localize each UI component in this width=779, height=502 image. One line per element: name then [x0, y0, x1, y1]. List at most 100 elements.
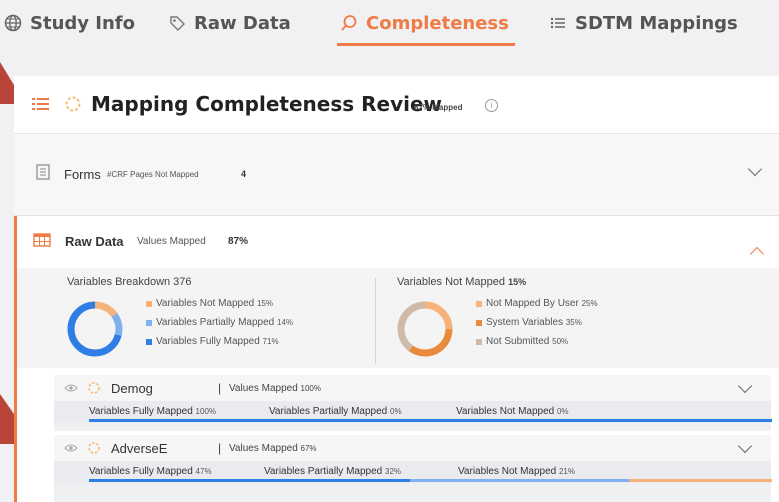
stat-value: 47% — [195, 467, 212, 476]
list-icon[interactable] — [32, 96, 50, 112]
legend-swatch — [146, 338, 152, 345]
legend-item: Variables Fully Mapped 71% — [146, 336, 279, 347]
tab-label: SDTM Mappings — [575, 12, 738, 34]
dataset-name: Demog — [111, 381, 153, 396]
legend-label: Variables Not Mapped — [156, 298, 255, 309]
stat-partially-mapped: Variables Partially Mapped 0% — [269, 406, 402, 417]
legend-value: 35% — [565, 318, 582, 327]
completeness-panel: Mapping Completeness Review 87% Mapped i… — [14, 76, 779, 502]
forms-label: Forms — [64, 167, 101, 182]
chevron-down-icon[interactable] — [737, 438, 753, 454]
dataset-card-header[interactable]: Demog | Values Mapped 100% — [54, 375, 771, 401]
legend-label: Variables Partially Mapped — [156, 317, 275, 328]
stat-value: 100% — [195, 407, 217, 416]
values-mapped-value: 67% — [300, 444, 317, 453]
stat-partially-mapped: Variables Partially Mapped 32% — [264, 466, 401, 477]
raw-data-value: 87% — [228, 236, 249, 247]
breakdown-title: Variables Breakdown 376 — [67, 276, 192, 288]
legend-swatch — [146, 319, 152, 326]
forms-sublabel: #CRF Pages Not Mapped — [107, 170, 199, 179]
breakdown-donut-chart — [67, 301, 123, 357]
legend-swatch — [476, 338, 482, 345]
legend-label: System Variables — [486, 317, 564, 328]
active-tab-indicator — [337, 43, 515, 46]
raw-data-section: Raw Data Values Mapped 87% Variables Bre… — [14, 216, 779, 502]
tab-label: Raw Data — [194, 12, 291, 34]
tag-icon — [170, 16, 185, 31]
not-mapped-title: Variables Not Mapped 15% — [397, 276, 526, 288]
decoration-arrow — [0, 394, 14, 444]
values-mapped: Values Mapped 100% — [229, 383, 321, 394]
legend-swatch — [476, 300, 482, 307]
stat-label: Variables Partially Mapped — [264, 466, 383, 477]
legend-value: 71% — [262, 337, 279, 346]
values-mapped-label: Values Mapped — [229, 443, 298, 454]
bar-fully-mapped — [89, 479, 410, 482]
legend-item: Not Submitted 50% — [476, 336, 568, 347]
info-icon[interactable]: i — [485, 99, 498, 112]
panel-header: Mapping Completeness Review 87% Mapped i — [14, 76, 779, 134]
chevron-up-icon[interactable] — [749, 246, 765, 262]
loading-icon — [65, 96, 81, 112]
list-icon — [550, 17, 565, 29]
legend-item: Not Mapped By User 25% — [476, 298, 598, 309]
stat-label: Variables Fully Mapped — [89, 466, 193, 477]
tab-completeness[interactable]: Completeness — [340, 8, 509, 38]
tab-sdtm-mappings[interactable]: SDTM Mappings — [549, 8, 738, 38]
separator: | — [218, 381, 222, 395]
legend-label: Not Mapped By User — [486, 298, 579, 309]
stat-fully-mapped: Variables Fully Mapped 100% — [89, 406, 216, 417]
legend-item: System Variables 35% — [476, 317, 582, 328]
values-mapped: Values Mapped 67% — [229, 443, 317, 454]
not-mapped-title-text: Variables Not Mapped — [397, 276, 506, 288]
tab-bar: Study Info Raw Data Completeness SDTM Ma… — [0, 0, 779, 48]
bar-fully-mapped — [89, 419, 772, 422]
legend-label: Variables Fully Mapped — [156, 336, 260, 347]
dataset-card-demog: Demog | Values Mapped 100% Variables Ful… — [54, 375, 772, 431]
legend-swatch — [476, 319, 482, 326]
eye-icon[interactable] — [64, 443, 78, 453]
stat-value: 0% — [390, 407, 402, 416]
raw-data-label: Raw Data — [65, 234, 124, 249]
legend-label: Not Submitted — [486, 336, 550, 347]
values-mapped-value: 100% — [300, 384, 321, 393]
separator: | — [218, 441, 222, 455]
loading-icon — [88, 442, 100, 454]
tab-raw-data[interactable]: Raw Data — [168, 8, 291, 38]
stat-not-mapped: Variables Not Mapped 0% — [456, 406, 569, 417]
tab-label: Completeness — [366, 12, 509, 34]
chevron-down-icon[interactable] — [747, 161, 763, 177]
legend-item: Variables Partially Mapped 14% — [146, 317, 293, 328]
variables-breakdown: Variables Breakdown 376 Variables Not Ma… — [17, 268, 779, 368]
legend-item: Variables Not Mapped 15% — [146, 298, 273, 309]
forms-count: 4 — [241, 169, 247, 179]
legend-swatch — [146, 300, 152, 307]
forms-section[interactable]: Forms #CRF Pages Not Mapped 4 — [14, 134, 779, 216]
stat-label: Variables Not Mapped — [456, 406, 555, 417]
mapped-badge: 87% Mapped — [414, 103, 463, 112]
stat-label: Variables Partially Mapped — [269, 406, 388, 417]
decoration-arrow — [0, 62, 14, 104]
dataset-name: AdverseE — [111, 441, 168, 456]
legend-value: 14% — [277, 318, 294, 327]
raw-data-header[interactable]: Raw Data Values Mapped 87% — [17, 216, 779, 268]
tab-study-info[interactable]: Study Info — [4, 8, 135, 38]
table-icon — [33, 233, 51, 247]
legend-value: 15% — [256, 299, 273, 308]
eye-icon[interactable] — [64, 383, 78, 393]
divider — [375, 278, 376, 364]
globe-icon — [4, 14, 22, 32]
stat-value: 32% — [385, 467, 402, 476]
not-mapped-title-value: 15% — [508, 277, 527, 287]
chevron-down-icon[interactable] — [737, 378, 753, 394]
stat-fully-mapped: Variables Fully Mapped 47% — [89, 466, 212, 477]
values-mapped-label: Values Mapped — [229, 383, 298, 394]
not-mapped-donut-chart — [397, 301, 453, 357]
stat-not-mapped: Variables Not Mapped 21% — [458, 466, 575, 477]
loading-icon — [88, 382, 100, 394]
stat-label: Variables Fully Mapped — [89, 406, 193, 417]
raw-data-sublabel: Values Mapped — [137, 236, 206, 247]
dataset-card-header[interactable]: AdverseE | Values Mapped 67% — [54, 435, 771, 461]
legend-value: 50% — [552, 337, 569, 346]
stat-value: 21% — [558, 467, 575, 476]
